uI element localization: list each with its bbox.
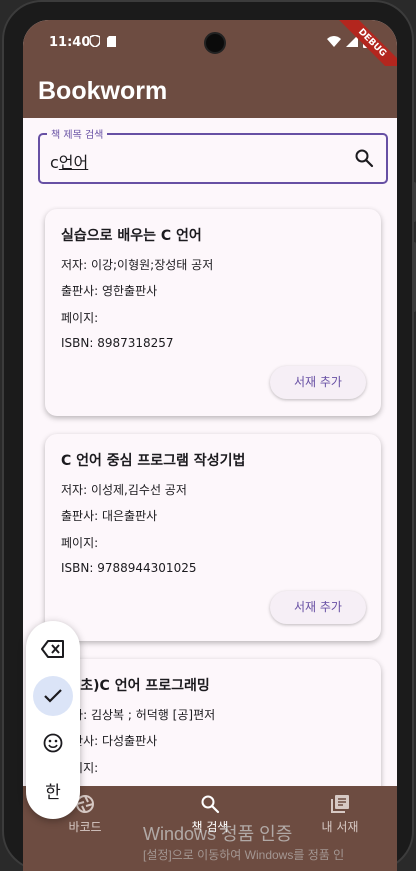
add-to-library-button[interactable]: 서재 추가 (270, 366, 366, 399)
nav-label: 내 서재 (321, 820, 359, 834)
power-button (412, 242, 416, 312)
keyboard-mini-toolbar: 한 (26, 621, 80, 819)
book-pages: 페이지: (61, 536, 99, 550)
nav-item-my-library[interactable]: 내 서재 (295, 794, 385, 835)
vpn-shield-icon (89, 34, 101, 48)
emoji-icon (43, 733, 63, 753)
search-field-label: 책 제목 검색 (47, 126, 108, 141)
status-icons-left (89, 34, 116, 49)
book-title: 실습으로 배우는 C 언어 (61, 228, 202, 244)
book-isbn: ISBN: 9788944301025 (61, 561, 197, 575)
book-card: 실습으로 배우는 C 언어 저자: 이강;이형원;장성태 공저 출판사: 영한출… (45, 209, 381, 416)
hangul-key[interactable]: 한 (33, 770, 73, 810)
nav-label: 바코드 (68, 820, 102, 834)
book-title: C 언어 중심 프로그램 작성기법 (61, 453, 246, 469)
app-title: Bookworm (38, 77, 168, 105)
search-icon (201, 795, 220, 814)
windows-activation-watermark: Windows 정품 인증 (143, 824, 293, 844)
status-bar: 11:40 DEBUG (23, 20, 397, 87)
windows-activation-subtext: [설정]으로 이동하여 Windows를 정품 인 (143, 848, 345, 862)
book-search-field[interactable]: 책 제목 검색 c언어 (38, 126, 388, 184)
book-publisher: 출판사: 대은출판사 (61, 509, 158, 523)
book-isbn: ISBN: 8987318257 (61, 336, 174, 350)
book-pages: 페이지: (61, 311, 99, 325)
search-value-prefix: c (50, 153, 59, 172)
backspace-icon (41, 640, 64, 658)
front-camera (204, 32, 226, 54)
search-value-composing: 언어 (58, 153, 89, 172)
book-publisher: 출판사: 영한출판사 (61, 284, 158, 298)
volume-button (412, 182, 416, 222)
book-card: (기초)C 언어 프로그래밍 저자: 김상복 ; 허덕행 [공]편저 출판사: … (45, 659, 381, 786)
sd-card-icon (106, 36, 116, 47)
backspace-button[interactable] (33, 629, 73, 669)
book-author: 저자: 김상복 ; 허덕행 [공]편저 (61, 708, 216, 722)
search-icon[interactable] (354, 148, 374, 168)
check-icon (44, 689, 62, 703)
book-title: (기초)C 언어 프로그래밍 (61, 678, 210, 694)
status-time: 11:40 (49, 35, 91, 50)
book-author: 저자: 이성제,김수선 공저 (61, 483, 187, 497)
library-icon (331, 795, 349, 813)
book-card: C 언어 중심 프로그램 작성기법 저자: 이성제,김수선 공저 출판사: 대은… (45, 434, 381, 641)
emoji-button[interactable] (33, 723, 73, 763)
wifi-icon (327, 35, 341, 47)
add-to-library-button[interactable]: 서재 추가 (270, 591, 366, 624)
book-author: 저자: 이강;이형원;장성태 공저 (61, 258, 214, 272)
search-input[interactable]: c언어 (50, 149, 88, 173)
app-bar: Bookworm (23, 66, 397, 118)
confirm-button[interactable] (33, 676, 73, 716)
